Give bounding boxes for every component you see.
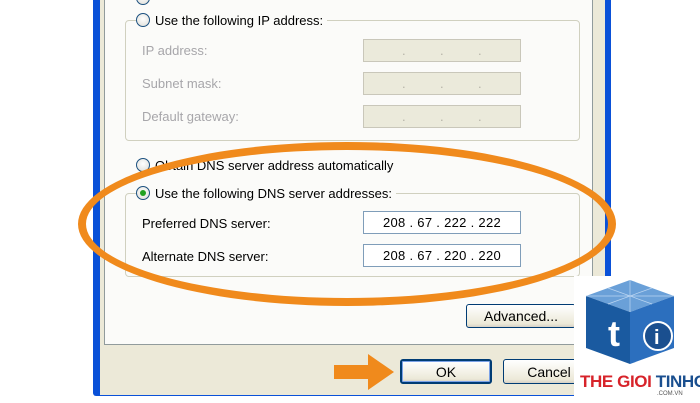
highlight-ellipse bbox=[78, 142, 616, 306]
brand-domain: .COM.VN bbox=[657, 391, 683, 397]
ip-address-label: IP address: bbox=[142, 43, 208, 58]
svg-text:i: i bbox=[654, 327, 660, 349]
advanced-button[interactable]: Advanced... bbox=[466, 304, 576, 328]
arrow-right-icon bbox=[334, 354, 394, 390]
default-gateway-label: Default gateway: bbox=[142, 109, 239, 124]
ip-address-field[interactable]: ... bbox=[363, 39, 521, 62]
radio-button-icon bbox=[136, 13, 150, 27]
svg-text:t: t bbox=[608, 313, 620, 354]
use-ip-radio-label: Use the following IP address: bbox=[155, 12, 324, 28]
obtain-ip-radio[interactable] bbox=[136, 0, 155, 7]
ok-button[interactable]: OK bbox=[400, 359, 492, 384]
subnet-mask-label: Subnet mask: bbox=[142, 76, 222, 91]
use-ip-radio[interactable]: Use the following IP address: bbox=[136, 11, 328, 29]
brand-name: THE GIOI TINHOC bbox=[580, 372, 700, 391]
subnet-mask-field[interactable]: ... bbox=[363, 72, 521, 95]
radio-button-icon bbox=[136, 0, 150, 5]
default-gateway-field[interactable]: ... bbox=[363, 105, 521, 128]
